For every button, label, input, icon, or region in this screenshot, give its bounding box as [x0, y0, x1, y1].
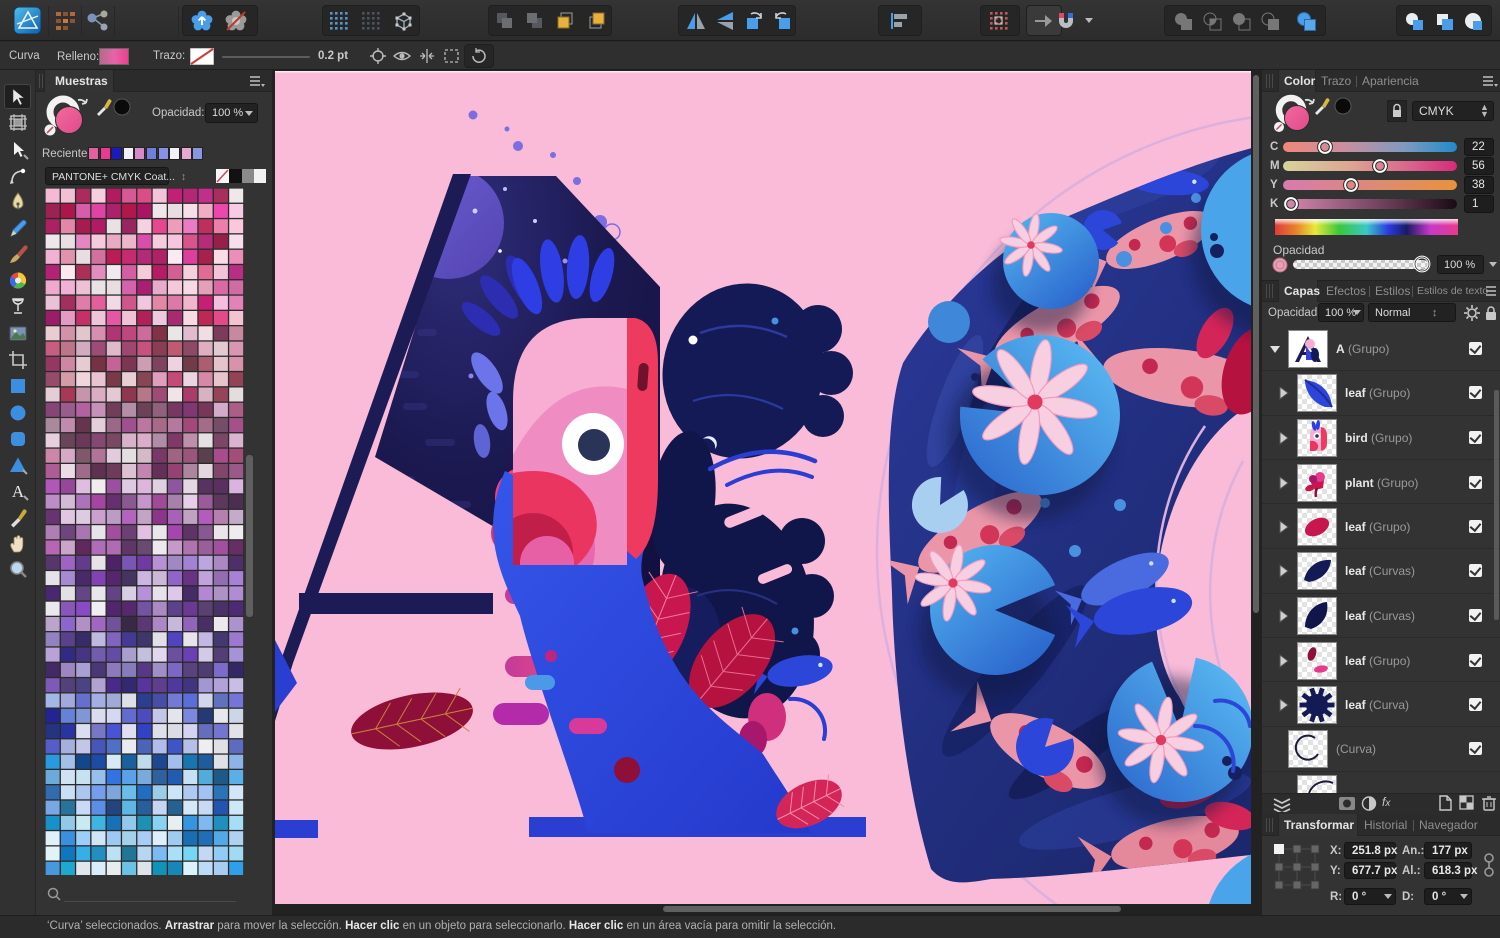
svg-text:A: A — [12, 482, 25, 501]
